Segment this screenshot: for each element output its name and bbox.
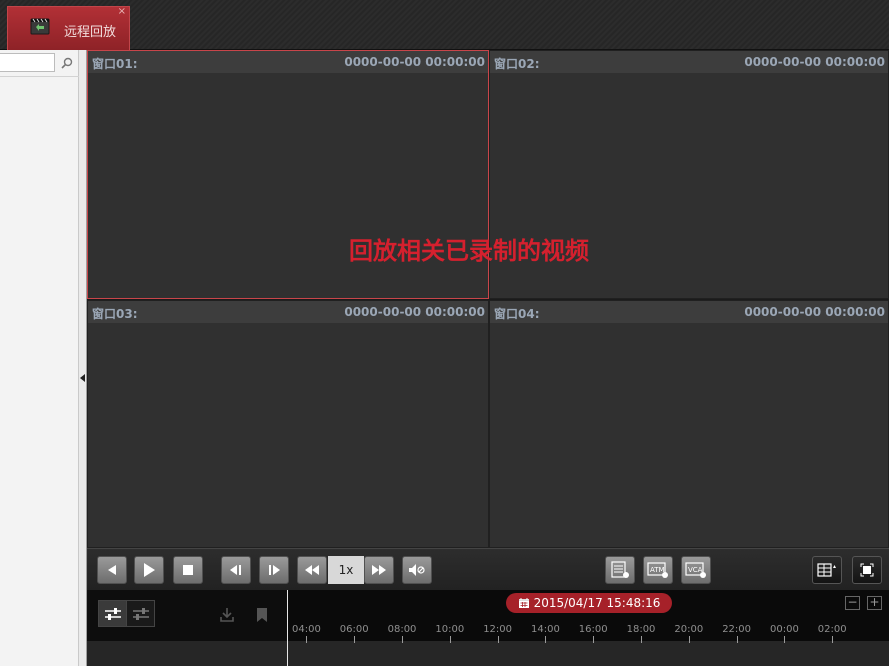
fast-icon — [372, 565, 386, 575]
playback-film-icon — [30, 18, 50, 35]
tick-mark — [497, 636, 499, 643]
event-search-icon — [611, 561, 629, 578]
playback-controls: 1x ATM VCA — [87, 548, 889, 590]
stop-button[interactable] — [173, 556, 203, 584]
tick-mark — [306, 636, 308, 643]
timeline-track[interactable] — [87, 641, 889, 666]
reverse-play-button[interactable] — [97, 556, 127, 584]
layout-icon — [817, 563, 836, 577]
tick-mark — [832, 636, 834, 643]
speed-indicator: 1x — [328, 556, 364, 584]
frame-back-button[interactable] — [221, 556, 251, 584]
window-timestamp: 0000-00-00 00:00:00 — [744, 55, 885, 69]
timeline-cursor[interactable] — [287, 590, 288, 666]
timeline-tick: 12:00 — [483, 624, 512, 643]
fullscreen-icon — [860, 563, 874, 577]
zoom-in-button[interactable]: + — [867, 596, 882, 610]
atm-search-button[interactable]: ATM — [643, 556, 673, 584]
remote-playback-app: 远程回放 × 窗口01: 0000-00-00 00:00:00 窗口02: 0… — [0, 0, 889, 666]
zoom-out-button[interactable]: − — [845, 596, 860, 610]
left-panel — [0, 50, 79, 666]
search-input[interactable] — [0, 53, 55, 72]
datetime-text: 2015/04/17 15:48:16 — [533, 596, 661, 610]
timeline-tick: 04:00 — [292, 624, 321, 643]
timeline-tick: 06:00 — [340, 624, 369, 643]
sliders-icon — [132, 607, 149, 620]
timeline-mode-toggle-b[interactable] — [126, 600, 155, 627]
vca-search-icon: VCA — [685, 562, 706, 578]
timeline-tick: 18:00 — [627, 624, 655, 643]
tick-mark — [641, 636, 642, 643]
window-timestamp: 0000-00-00 00:00:00 — [744, 305, 885, 319]
tick-mark — [736, 636, 738, 643]
video-window-4[interactable]: 窗口04: 0000-00-00 00:00:00 — [489, 300, 889, 548]
tick-mark — [354, 636, 356, 643]
window-title: 窗口01: — [92, 57, 138, 71]
reverse-play-icon — [108, 565, 116, 575]
tick-mark — [593, 636, 595, 643]
window-title: 窗口04: — [494, 307, 540, 321]
fullscreen-button[interactable] — [852, 556, 882, 584]
mute-button[interactable] — [402, 556, 432, 584]
timeline-tick: 14:00 — [531, 624, 560, 643]
atm-search-icon: ATM — [647, 562, 668, 578]
frame-forward-icon — [269, 565, 280, 575]
window-timestamp: 0000-00-00 00:00:00 — [344, 55, 485, 69]
timeline-tick: 22:00 — [722, 624, 751, 643]
timeline-mode-toggle-a[interactable] — [98, 600, 127, 627]
mute-icon — [409, 564, 425, 576]
slow-icon — [305, 565, 319, 575]
window-title: 窗口02: — [494, 57, 540, 71]
frame-forward-button[interactable] — [259, 556, 289, 584]
tick-mark — [688, 636, 690, 643]
window-title: 窗口03: — [92, 307, 138, 321]
fast-button[interactable] — [364, 556, 394, 584]
tick-mark — [449, 636, 451, 643]
video-grid: 窗口01: 0000-00-00 00:00:00 窗口02: 0000-00-… — [87, 50, 889, 548]
timeline-tick: 20:00 — [674, 624, 703, 643]
timeline-tick: 02:00 — [818, 624, 847, 643]
tab-label: 远程回放 — [64, 25, 117, 40]
window-timestamp: 0000-00-00 00:00:00 — [344, 305, 485, 319]
divider — [0, 76, 79, 77]
vca-search-button[interactable]: VCA — [681, 556, 711, 584]
event-search-button[interactable] — [605, 556, 635, 584]
current-datetime: 2015/04/17 15:48:16 — [506, 593, 672, 613]
layout-button[interactable] — [812, 556, 842, 584]
slow-button[interactable] — [297, 556, 327, 584]
video-window-3[interactable]: 窗口03: 0000-00-00 00:00:00 — [87, 300, 489, 548]
calendar-icon — [518, 598, 529, 608]
panel-splitter[interactable] — [79, 50, 87, 666]
sliders-icon — [104, 607, 121, 620]
top-bar: 远程回放 × — [0, 0, 889, 50]
timeline-tick: 16:00 — [579, 624, 608, 643]
window-header: 窗口02: 0000-00-00 00:00:00 — [490, 51, 888, 73]
timeline[interactable]: 2015/04/17 15:48:16 − + 04:00 06:00 08:00 1… — [87, 590, 889, 666]
window-header: 窗口04: 0000-00-00 00:00:00 — [490, 301, 888, 323]
download-icon[interactable] — [219, 607, 235, 623]
search-icon — [60, 57, 72, 69]
stop-icon — [183, 565, 193, 575]
atm-label: ATM — [650, 566, 665, 574]
play-icon — [144, 563, 155, 577]
tick-mark — [402, 636, 403, 643]
timeline-tick: 10:00 — [435, 624, 464, 643]
tab-remote-playback[interactable]: 远程回放 × — [7, 6, 130, 50]
tick-mark — [545, 636, 547, 643]
bookmark-icon[interactable] — [255, 607, 269, 623]
frame-back-icon — [230, 565, 241, 575]
timeline-tick: 08:00 — [388, 624, 416, 643]
collapse-arrow-icon[interactable] — [80, 374, 85, 382]
vca-label: VCA — [688, 566, 703, 574]
tick-mark — [784, 636, 786, 643]
overlay-annotation: 回放相关已录制的视频 — [349, 237, 589, 265]
timeline-tick: 00:00 — [770, 624, 799, 643]
play-button[interactable] — [134, 556, 164, 584]
close-icon[interactable]: × — [118, 7, 126, 17]
window-header: 窗口03: 0000-00-00 00:00:00 — [88, 301, 488, 323]
search-button[interactable] — [56, 53, 77, 72]
window-header: 窗口01: 0000-00-00 00:00:00 — [88, 51, 488, 73]
